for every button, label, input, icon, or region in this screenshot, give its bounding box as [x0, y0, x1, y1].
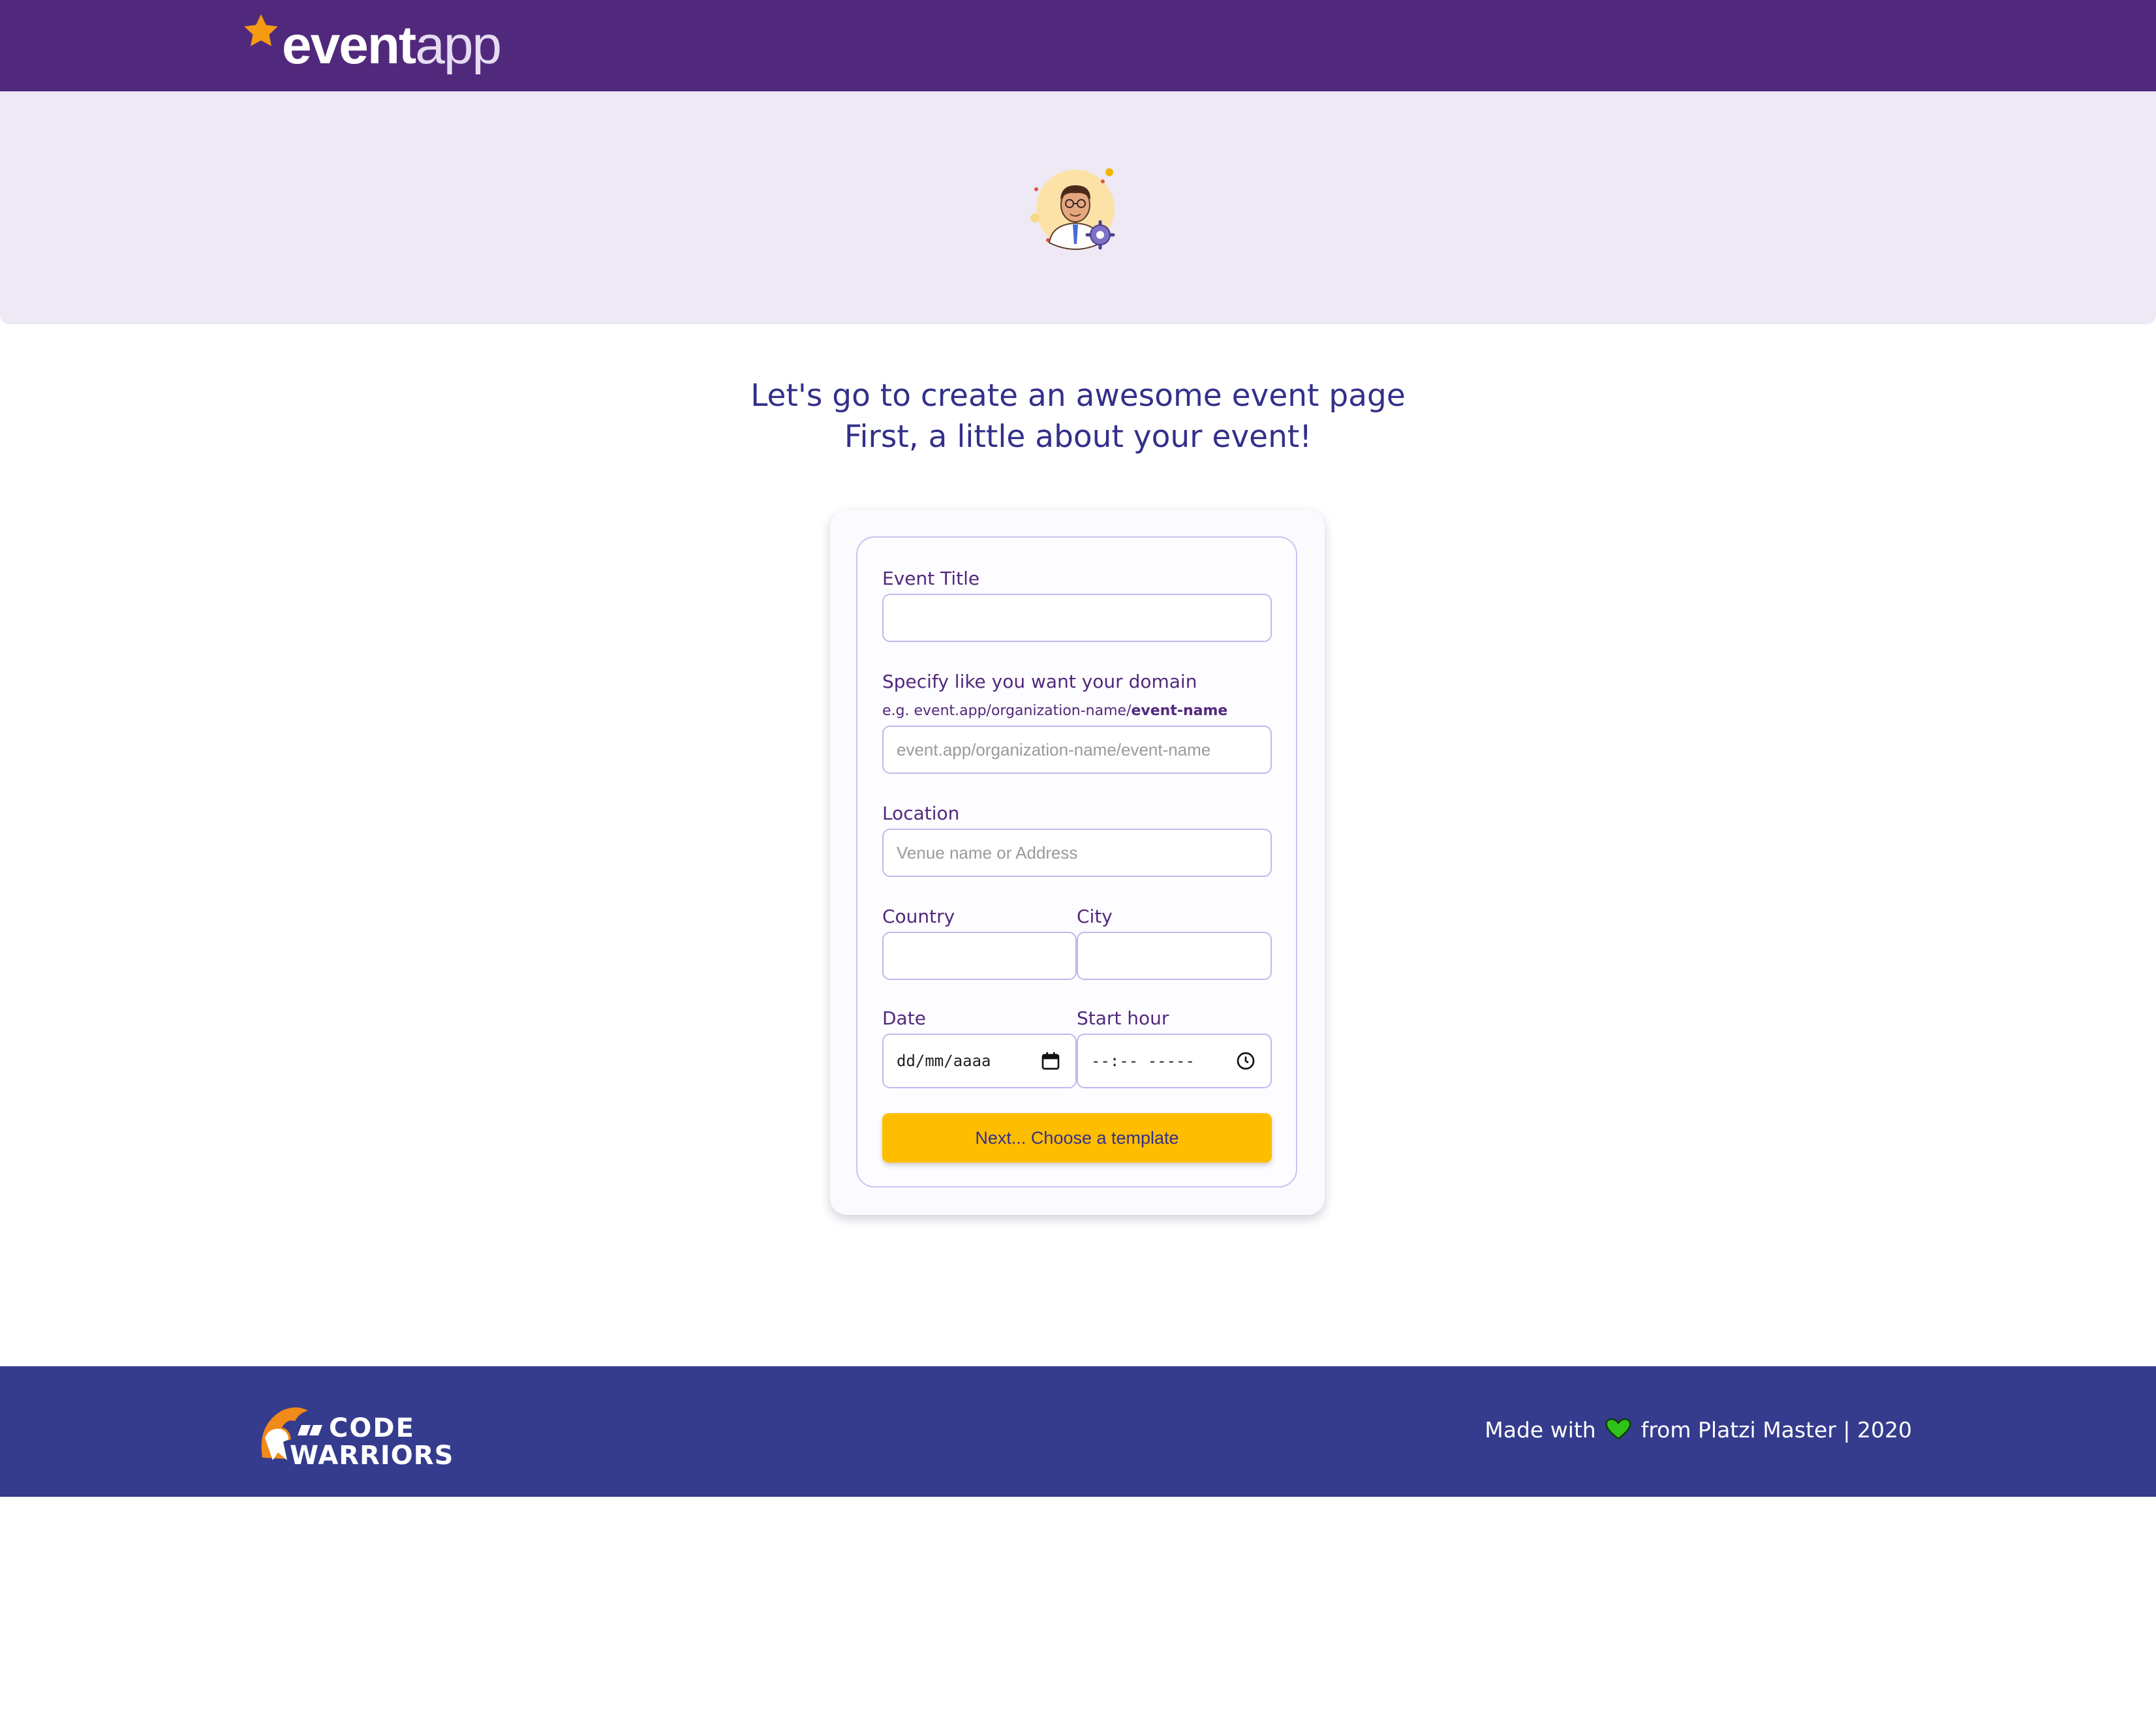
location-input[interactable]: Venue name or Address — [882, 829, 1272, 877]
event-form: Event Title Specify like you want your d… — [856, 536, 1297, 1187]
start-hour-input[interactable]: --:-- ----- — [1077, 1034, 1272, 1088]
domain-input[interactable]: event.app/organization-name/event-name — [882, 726, 1272, 774]
page-intro: Let's go to create an awesome event page… — [0, 375, 2156, 457]
made-with-prefix: Made with — [1485, 1417, 1596, 1443]
calendar-icon[interactable] — [1040, 1050, 1061, 1071]
intro-line-1: Let's go to create an awesome event page — [750, 378, 1406, 414]
made-with-suffix: from Platzi Master | 2020 — [1640, 1417, 1912, 1443]
date-input-text: dd/mm/aaaa — [897, 1052, 991, 1070]
brand-word-bold: event — [282, 16, 416, 75]
event-title-label: Event Title — [882, 568, 980, 589]
footer: CODE WARRIORS Made with from Platzi Mast… — [0, 1366, 2156, 1497]
location-label: Location — [882, 803, 960, 824]
country-input[interactable] — [882, 932, 1077, 980]
city-input[interactable] — [1077, 932, 1272, 980]
domain-label: Specify like you want your domain — [882, 671, 1197, 692]
start-hour-label: Start hour — [1077, 1007, 1169, 1029]
logo-word-warriors: WARRIORS — [290, 1441, 454, 1471]
city-label: City — [1077, 906, 1113, 927]
brand-word-light: app — [415, 16, 502, 75]
top-navbar: eventapp — [0, 0, 2156, 91]
code-warriors-logo[interactable]: CODE WARRIORS — [256, 1399, 491, 1471]
logo-word-code: CODE — [329, 1413, 415, 1443]
star-icon — [244, 14, 278, 46]
event-form-card: Event Title Specify like you want your d… — [830, 510, 1325, 1215]
start-hour-text: --:-- ----- — [1091, 1052, 1195, 1070]
green-heart-icon — [1605, 1418, 1631, 1440]
hero-banner — [0, 91, 2156, 324]
domain-hint-prefix: e.g. event.app/organization-name/ — [882, 703, 1132, 719]
country-label: Country — [882, 906, 955, 927]
date-label: Date — [882, 1007, 926, 1029]
clock-icon[interactable] — [1235, 1050, 1256, 1071]
intro-line-2: First, a little about your event! — [844, 419, 1312, 455]
user-gear-avatar-icon — [1030, 168, 1115, 251]
made-with-credit: Made with from Platzi Master | 2020 — [1485, 1416, 1912, 1445]
next-choose-template-button[interactable]: Next... Choose a template — [882, 1113, 1272, 1163]
domain-hint-bold: event-name — [1131, 703, 1228, 719]
domain-hint: e.g. event.app/organization-name/event-n… — [882, 702, 1227, 720]
date-input[interactable]: dd/mm/aaaa — [882, 1034, 1077, 1088]
brand-wordmark: eventapp — [282, 13, 502, 78]
event-title-input[interactable] — [882, 594, 1272, 642]
